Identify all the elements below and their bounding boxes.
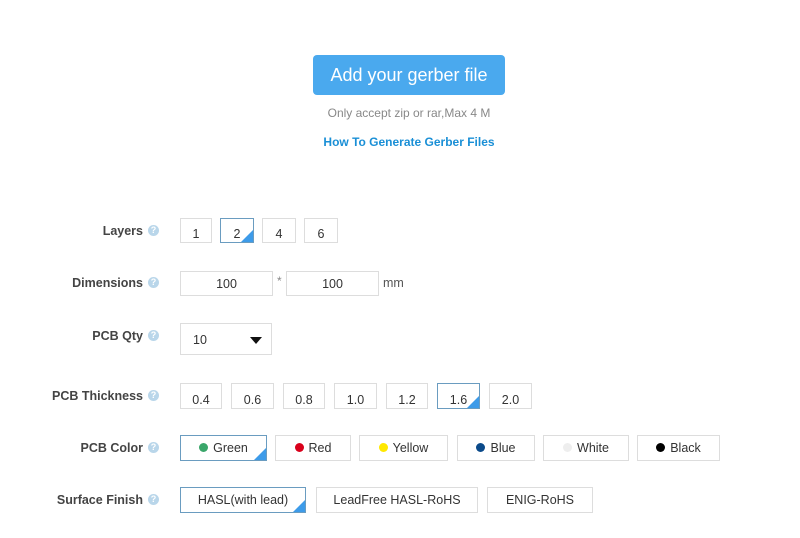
color-name: Red [308, 441, 332, 455]
layers-label: Layers [102, 224, 143, 238]
thickness-label: PCB Thickness [51, 389, 143, 403]
qty-label: PCB Qty [92, 329, 143, 343]
qty-value: 10 [193, 333, 207, 347]
add-gerber-button[interactable]: Add your gerber file [313, 55, 505, 95]
color-option-white[interactable]: White [543, 435, 629, 461]
qty-select[interactable]: 10 [180, 323, 272, 355]
thickness-option-selected[interactable]: 1.6 [437, 383, 480, 409]
layer-option[interactable]: 1 [180, 218, 212, 243]
help-icon[interactable]: ? [148, 225, 159, 236]
white-dot-icon [563, 443, 573, 452]
color-name: Blue [490, 441, 516, 455]
upload-note: Only accept zip or rar,Max 4 M [327, 106, 491, 120]
black-dot-icon [656, 443, 666, 452]
color-option-yellow[interactable]: Yellow [359, 435, 448, 461]
dimension-separator: * [277, 274, 282, 288]
chevron-down-icon [250, 337, 262, 344]
help-icon[interactable]: ? [148, 494, 159, 505]
help-icon[interactable]: ? [148, 277, 159, 288]
color-name: Black [670, 441, 701, 455]
color-option-red[interactable]: Red [275, 435, 351, 461]
yellow-dot-icon [378, 443, 388, 452]
color-name: White [577, 441, 609, 455]
unit-label: mm [383, 276, 404, 290]
height-input[interactable]: 100 [286, 271, 379, 296]
help-icon[interactable]: ? [148, 390, 159, 401]
help-icon[interactable]: ? [148, 330, 159, 341]
thickness-option[interactable]: 2.0 [489, 383, 532, 409]
help-icon[interactable]: ? [148, 442, 159, 453]
dimensions-label: Dimensions [72, 276, 143, 290]
color-option-green[interactable]: Green [180, 435, 267, 461]
color-name: Green [213, 441, 248, 455]
red-dot-icon [294, 443, 304, 452]
thickness-option[interactable]: 0.6 [231, 383, 274, 409]
color-option-blue[interactable]: Blue [457, 435, 535, 461]
surface-option[interactable]: LeadFree HASL-RoHS [316, 487, 478, 513]
color-name: Yellow [392, 441, 429, 455]
thickness-option[interactable]: 1.0 [334, 383, 377, 409]
color-label: PCB Color [80, 441, 144, 455]
layer-option-selected[interactable]: 2 [220, 218, 254, 243]
surface-option-selected[interactable]: HASL(with lead) [180, 487, 306, 513]
thickness-option[interactable]: 0.4 [180, 383, 222, 409]
surface-label: Surface Finish [56, 493, 143, 507]
layer-option[interactable]: 4 [262, 218, 296, 243]
thickness-option[interactable]: 1.2 [386, 383, 428, 409]
thickness-option[interactable]: 0.8 [283, 383, 325, 409]
surface-option[interactable]: ENIG-RoHS [487, 487, 593, 513]
layer-option[interactable]: 6 [304, 218, 338, 243]
blue-dot-icon [476, 443, 486, 452]
green-dot-icon [199, 443, 209, 452]
width-input[interactable]: 100 [180, 271, 273, 296]
how-to-generate-gerber-link[interactable]: How To Generate Gerber Files [230, 135, 588, 149]
color-option-black[interactable]: Black [637, 435, 720, 461]
